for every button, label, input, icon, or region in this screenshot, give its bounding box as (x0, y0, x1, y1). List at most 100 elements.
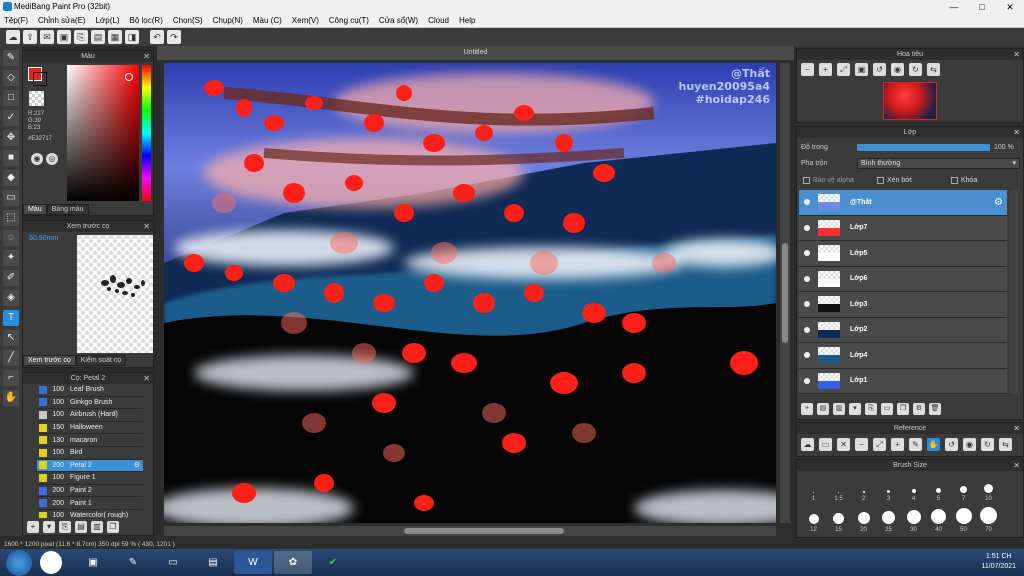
add-layer-icon[interactable]: + (801, 403, 813, 415)
visibility-icon[interactable] (804, 275, 810, 282)
menu-view[interactable]: Xem(V) (292, 16, 319, 25)
layer-row[interactable]: Lớp6 (799, 266, 1007, 292)
close-panel-icon[interactable]: ✕ (1013, 127, 1020, 138)
ref-eyedropper-icon[interactable]: ✎ (909, 438, 922, 451)
brush-list-item[interactable]: 130 macaron (37, 434, 143, 447)
ref-rotate-right-icon[interactable]: ↻ (981, 438, 994, 451)
operation-tool-icon[interactable]: ↖ (3, 330, 19, 346)
ref-fit-icon[interactable]: ⤢ (873, 438, 886, 451)
bucket-tool-icon[interactable]: ◆ (3, 170, 19, 186)
rotate-left-icon[interactable]: ↺ (873, 63, 886, 76)
brush-size-option[interactable]: 5 (926, 473, 951, 504)
settings-icon[interactable]: ▦ (108, 30, 122, 44)
ref-zoom-in-icon[interactable]: + (891, 438, 904, 451)
folder-taskbar-icon[interactable]: ▤ (194, 551, 232, 574)
close-panel-icon[interactable]: ✕ (1013, 423, 1020, 434)
add-brush-icon[interactable]: + (27, 521, 39, 533)
menu-layer[interactable]: Lớp(L) (96, 16, 120, 25)
opacity-slider[interactable] (857, 144, 990, 151)
navigator-thumbnail[interactable] (883, 82, 937, 120)
brush-copy-icon[interactable]: ⎘ (59, 521, 71, 533)
palette-icon[interactable]: ◉ (31, 153, 43, 165)
brush-list-item[interactable]: 100 Bird (37, 447, 143, 460)
layer-row[interactable]: Lớp2 (799, 317, 1007, 343)
check-tool-icon[interactable]: ✓ (3, 110, 19, 126)
delete-layer-icon[interactable]: 🗑 (929, 403, 941, 415)
zoom-in-icon[interactable]: + (819, 63, 832, 76)
ref-hand-icon[interactable]: ✋ (927, 438, 940, 451)
flip-icon[interactable]: ⇆ (927, 63, 940, 76)
brush-menu-icon[interactable]: ▾ (43, 521, 55, 533)
brush-settings-icon[interactable]: ⚙ (134, 461, 140, 469)
layer-merge-icon[interactable]: ❐ (897, 403, 909, 415)
layer-scrollbar[interactable] (1010, 190, 1018, 394)
visibility-icon[interactable] (804, 326, 810, 333)
menu-snap[interactable]: Chụp(N) (213, 16, 243, 25)
gradient-tool-icon[interactable]: ▭ (3, 190, 19, 206)
hand-tool-icon[interactable]: ✋ (3, 390, 19, 406)
visibility-icon[interactable] (804, 301, 810, 308)
brush-duplicate-icon[interactable]: ❐ (107, 521, 119, 533)
brush-size-option[interactable]: 10 (976, 473, 1001, 504)
visibility-icon[interactable] (804, 199, 810, 206)
horizontal-scroll-thumb[interactable] (404, 528, 564, 534)
undo-icon[interactable]: ↶ (150, 30, 164, 44)
brush-size-option[interactable]: 3 (876, 473, 901, 504)
document-icon[interactable]: ▤ (91, 30, 105, 44)
tab-palette[interactable]: Bảng màu (46, 204, 89, 215)
visibility-icon[interactable] (804, 250, 810, 257)
app-taskbar-icon[interactable]: ▣ (74, 551, 112, 574)
ref-open-icon[interactable]: ▭ (819, 438, 832, 451)
brush-list-item[interactable]: 200 Paint 2 (37, 485, 143, 498)
menu-tools[interactable]: Công cụ(T) (329, 16, 369, 25)
menu-cloud[interactable]: Cloud (428, 16, 449, 25)
ref-reset-icon[interactable]: ◉ (963, 438, 976, 451)
brush-size-option[interactable]: 20 (851, 504, 876, 535)
menu-window[interactable]: Cửa sổ(W) (379, 16, 418, 25)
brush-size-option[interactable]: 7 (951, 473, 976, 504)
add-1bit-layer-icon[interactable]: ▥ (833, 403, 845, 415)
brush-size-option[interactable]: 15 (826, 504, 851, 535)
monitor-taskbar-icon[interactable]: ▭ (154, 551, 192, 574)
vertical-scroll-thumb[interactable] (782, 243, 788, 343)
layer-row[interactable]: Lớp1 (799, 368, 1007, 394)
fit-icon[interactable]: ⤢ (837, 63, 850, 76)
brush-list-item[interactable]: 200 Petal 2 ⚙ (37, 459, 143, 473)
layer-row[interactable]: Lớp4 (799, 343, 1007, 369)
close-panel-icon[interactable]: ✕ (143, 373, 150, 384)
eyedropper-icon[interactable]: ⌐ (3, 370, 19, 386)
layer-settings-icon[interactable]: ⚙ (913, 403, 925, 415)
layer-row[interactable]: @Thất ⚙ (799, 190, 1007, 216)
brush-list-item[interactable]: 100 Airbrush (Hard) (37, 409, 143, 422)
green-app-taskbar-icon[interactable]: ✔ (314, 551, 352, 574)
brush-size-option[interactable]: 30 (901, 504, 926, 535)
brush-size-option[interactable]: 50 (951, 504, 976, 535)
document-tab[interactable]: Untitled (157, 46, 794, 60)
select-eraser-icon[interactable]: ◈ (3, 290, 19, 306)
transparent-swatch[interactable] (29, 91, 44, 106)
brush-list-item[interactable]: 100 Watercolor( rough) (37, 510, 143, 518)
chrome-icon[interactable] (40, 551, 62, 574)
brush-size-option[interactable]: 70 (976, 504, 1001, 535)
vertical-scrollbar[interactable] (780, 63, 790, 523)
fill-rect-tool-icon[interactable]: ■ (3, 150, 19, 166)
brush-size-option[interactable]: 1.5 (826, 473, 851, 504)
blend-mode-select[interactable]: Bình thường ▾ (857, 158, 1020, 169)
lock-checkbox[interactable]: Khóa (951, 177, 977, 184)
close-panel-icon[interactable]: ✕ (1013, 49, 1020, 60)
layer-row[interactable]: Lớp3 (799, 292, 1007, 318)
brush-list-item[interactable]: 200 Paint 1 (37, 497, 143, 510)
select-tool-icon[interactable]: ⬚ (3, 210, 19, 226)
eyedropper-small-icon[interactable]: ◎ (46, 153, 58, 165)
ref-flip-icon[interactable]: ⇆ (999, 438, 1012, 451)
menu-file[interactable]: Tệp(F) (4, 16, 28, 25)
visibility-icon[interactable] (804, 224, 810, 231)
brush-list-item[interactable]: 100 Figure 1 (37, 472, 143, 485)
magic-wand-icon[interactable]: ✦ (3, 250, 19, 266)
layer-settings-gear-icon[interactable]: ⚙ (994, 197, 1003, 208)
select-pen-icon[interactable]: ✐ (3, 270, 19, 286)
brush-folder-icon[interactable]: ▥ (91, 521, 103, 533)
brush-size-option[interactable]: 4 (901, 473, 926, 504)
layer-row[interactable]: Lớp7 (799, 215, 1007, 241)
export-icon[interactable]: ⎘ (74, 30, 88, 44)
